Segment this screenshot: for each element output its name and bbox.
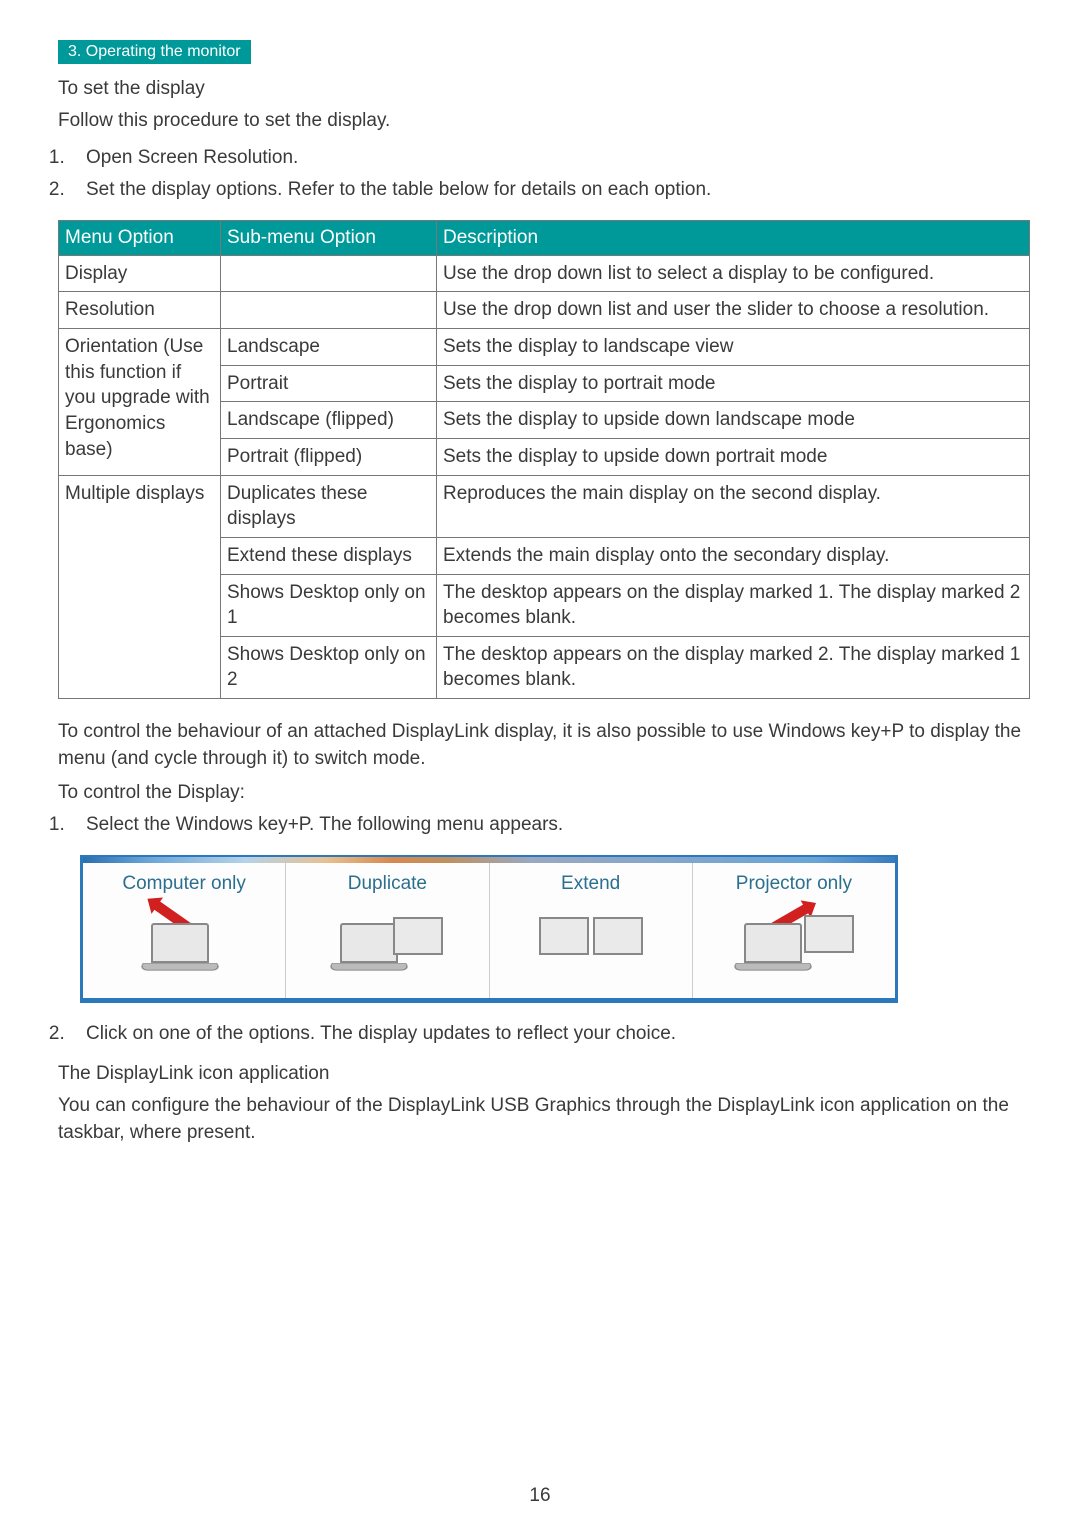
- steps-set-display: Open Screen Resolution. Set the display …: [58, 145, 1030, 204]
- cell-desc: The desktop appears on the display marke…: [437, 574, 1030, 636]
- step-set-display-options: Set the display options. Refer to the ta…: [70, 177, 1030, 204]
- cell-sub: [221, 255, 437, 292]
- cell-desc: Sets the display to portrait mode: [437, 365, 1030, 402]
- cell-sub: Landscape (flipped): [221, 402, 437, 439]
- table-row: Resolution Use the drop down list and us…: [59, 292, 1030, 329]
- cell-menu: Multiple displays: [59, 475, 221, 698]
- step-open-screen-resolution: Open Screen Resolution.: [70, 145, 1030, 172]
- table-row: Display Use the drop down list to select…: [59, 255, 1030, 292]
- cell-sub: [221, 292, 437, 329]
- display-mode-label: Projector only: [736, 873, 852, 895]
- steps-control-display-continued: Click on one of the options. The display…: [58, 1021, 1030, 1048]
- th-menu-option: Menu Option: [59, 220, 221, 255]
- display-mode-menu: Computer only Duplicate Extend Projector…: [80, 855, 898, 1003]
- heading-control-display: To control the Display:: [58, 782, 1030, 804]
- projector-only-icon: [734, 909, 854, 979]
- cell-sub: Portrait (flipped): [221, 438, 437, 475]
- cell-sub: Duplicates these displays: [221, 475, 437, 537]
- cell-desc: Reproduces the main display on the secon…: [437, 475, 1030, 537]
- table-row: Multiple displays Duplicates these displ…: [59, 475, 1030, 537]
- duplicate-icon: [327, 909, 447, 979]
- heading-icon-app: The DisplayLink icon application: [58, 1063, 1030, 1085]
- cell-desc: The desktop appears on the display marke…: [437, 636, 1030, 698]
- display-mode-projector-only[interactable]: Projector only: [693, 863, 895, 998]
- steps-control-display: Select the Windows key+P. The following …: [58, 812, 1030, 839]
- para-icon-app: You can configure the behaviour of the D…: [58, 1093, 1030, 1146]
- step-win-key-p: Select the Windows key+P. The following …: [70, 812, 1030, 839]
- cell-sub: Portrait: [221, 365, 437, 402]
- display-mode-computer-only[interactable]: Computer only: [83, 863, 286, 998]
- cell-sub: Landscape: [221, 329, 437, 366]
- heading-set-display: To set the display: [58, 78, 1030, 100]
- display-mode-extend[interactable]: Extend: [490, 863, 693, 998]
- display-mode-duplicate[interactable]: Duplicate: [286, 863, 489, 998]
- cell-sub: Extend these displays: [221, 537, 437, 574]
- cell-desc: Sets the display to upside down landscap…: [437, 402, 1030, 439]
- cell-desc: Use the drop down list to select a displ…: [437, 255, 1030, 292]
- para-follow-procedure: Follow this procedure to set the display…: [58, 108, 1030, 135]
- cell-desc: Extends the main display onto the second…: [437, 537, 1030, 574]
- page-number: 16: [0, 1485, 1080, 1507]
- para-control-behaviour: To control the behaviour of an attached …: [58, 719, 1030, 772]
- cell-desc: Use the drop down list and user the slid…: [437, 292, 1030, 329]
- th-sub-menu-option: Sub-menu Option: [221, 220, 437, 255]
- display-mode-label: Computer only: [122, 873, 246, 895]
- cell-sub: Shows Desktop only on 2: [221, 636, 437, 698]
- cell-sub: Shows Desktop only on 1: [221, 574, 437, 636]
- table-row: Orientation (Use this function if you up…: [59, 329, 1030, 366]
- computer-only-icon: [124, 909, 244, 979]
- cell-desc: Sets the display to landscape view: [437, 329, 1030, 366]
- section-tab: 3. Operating the monitor: [58, 40, 251, 64]
- cell-desc: Sets the display to upside down portrait…: [437, 438, 1030, 475]
- display-mode-label: Extend: [561, 873, 620, 895]
- cell-menu: Orientation (Use this function if you up…: [59, 329, 221, 476]
- display-options-table: Menu Option Sub-menu Option Description …: [58, 220, 1030, 699]
- display-mode-label: Duplicate: [348, 873, 427, 895]
- cell-menu: Resolution: [59, 292, 221, 329]
- th-description: Description: [437, 220, 1030, 255]
- extend-icon: [531, 909, 651, 979]
- display-mode-menu-topbar: [80, 855, 898, 863]
- cell-menu: Display: [59, 255, 221, 292]
- step-click-option: Click on one of the options. The display…: [70, 1021, 1030, 1048]
